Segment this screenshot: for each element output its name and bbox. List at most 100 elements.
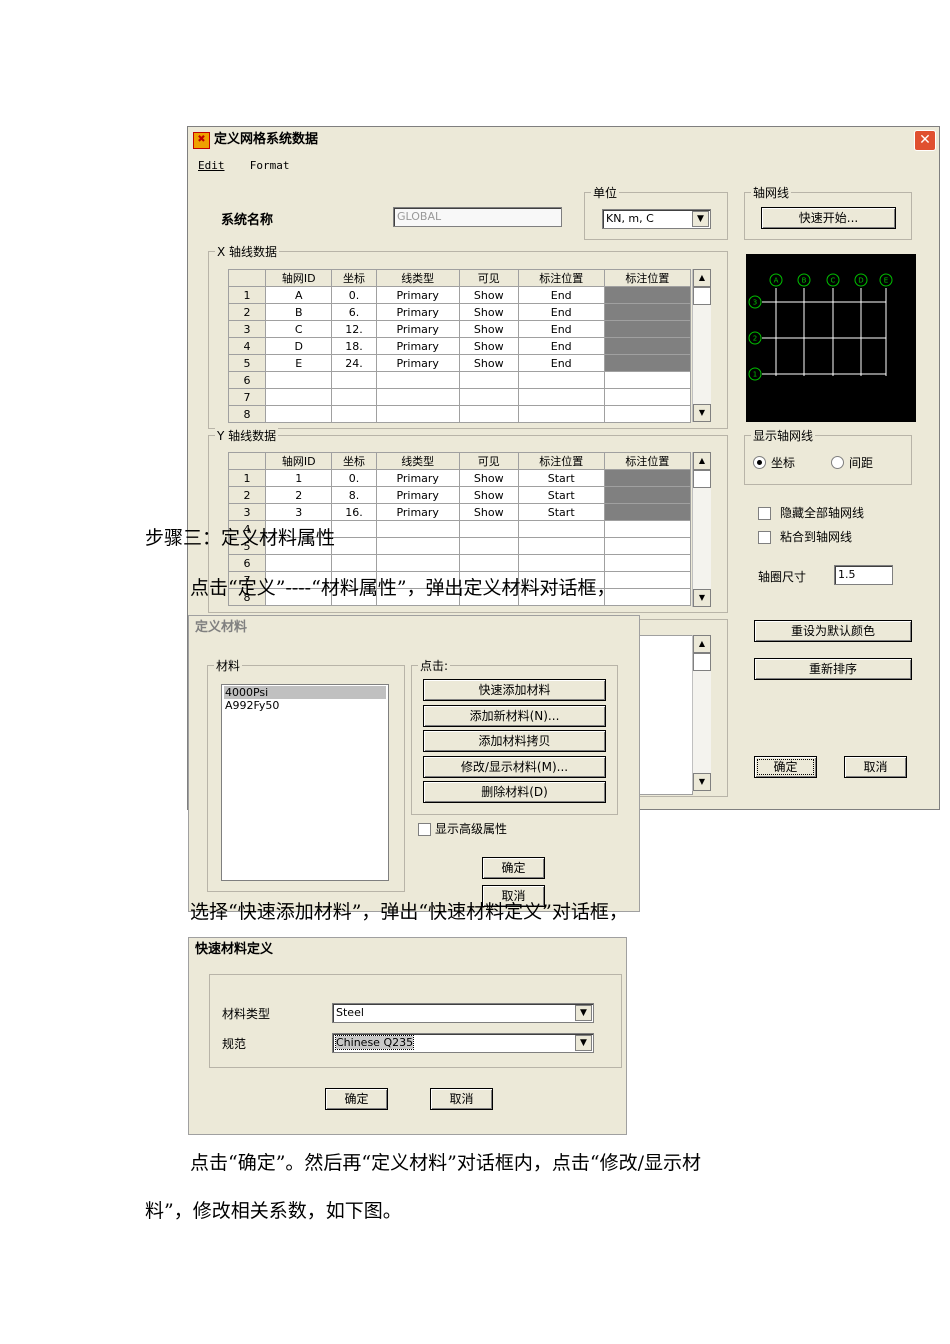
table-cell[interactable]: Show	[458, 320, 519, 338]
snap-checkbox[interactable]	[758, 531, 771, 544]
scroll-thumb[interactable]	[693, 287, 711, 305]
table-cell[interactable]	[517, 554, 605, 572]
table-cell[interactable]: End	[517, 320, 605, 338]
table-cell[interactable]	[603, 588, 692, 606]
table-row[interactable]: 7	[228, 388, 692, 406]
table-cell[interactable]	[331, 405, 377, 423]
table-row[interactable]: 4 D 18. Primary Show End	[228, 337, 692, 355]
column-header[interactable]: 轴网ID	[264, 452, 333, 470]
scroll-up-icon[interactable]: ▲	[693, 269, 711, 287]
copy-material-button[interactable]: 添加材料拷贝	[423, 730, 606, 752]
materials-list[interactable]: 4000Psi A992Fy50	[221, 684, 389, 881]
table-cell[interactable]	[458, 520, 519, 538]
scroll-thumb[interactable]	[693, 653, 711, 671]
table-cell[interactable]: Show	[458, 354, 519, 372]
material-item[interactable]: A992Fy50	[224, 699, 386, 712]
column-header[interactable]: 可见	[458, 269, 519, 287]
row-number-cell[interactable]: 1	[228, 286, 266, 304]
table-cell[interactable]	[331, 537, 377, 555]
hide-all-checkbox[interactable]	[758, 507, 771, 520]
table-cell[interactable]: A	[264, 286, 333, 304]
scroll-down-icon[interactable]: ▼	[693, 773, 711, 791]
table-cell[interactable]	[264, 371, 333, 389]
material-ok-button[interactable]: 确定	[482, 857, 545, 879]
column-header[interactable]: 可见	[458, 452, 519, 470]
close-icon[interactable]: ✕	[914, 130, 936, 151]
table-cell[interactable]: End	[517, 337, 605, 355]
quick-add-material-button[interactable]: 快速添加材料	[423, 679, 606, 701]
table-cell[interactable]: Primary	[375, 303, 460, 321]
code-select[interactable]: Chinese Q235 ▼	[332, 1033, 594, 1053]
table-row[interactable]: 1 1 0. Primary Show Start	[228, 469, 692, 487]
table-cell[interactable]	[331, 520, 377, 538]
row-number-cell[interactable]: 3	[228, 320, 266, 338]
row-number-cell[interactable]: 4	[228, 337, 266, 355]
row-number-cell[interactable]: 8	[228, 405, 266, 423]
x-axis-table[interactable]: 轴网ID 坐标 线类型 可见 标注位置 标注位置 1 A 0. Primary Show End 2 B 6…	[228, 269, 692, 423]
table-cell[interactable]: 2	[264, 486, 333, 504]
row-number-cell[interactable]: 5	[228, 354, 266, 372]
table-cell[interactable]: End	[517, 286, 605, 304]
table-cell[interactable]: 8.	[331, 486, 377, 504]
scroll-thumb[interactable]	[693, 470, 711, 488]
row-number-cell[interactable]: 2	[228, 486, 266, 504]
table-row[interactable]: 3 C 12. Primary Show End	[228, 320, 692, 338]
table-cell[interactable]	[264, 388, 333, 406]
table-cell[interactable]	[603, 388, 692, 406]
row-number-cell[interactable]: 6	[228, 554, 266, 572]
column-header[interactable]: 线类型	[375, 269, 460, 287]
table-row[interactable]: 1 A 0. Primary Show End	[228, 286, 692, 304]
column-header[interactable]: 标注位置	[517, 452, 605, 470]
table-cell[interactable]	[264, 405, 333, 423]
table-cell[interactable]	[603, 486, 692, 504]
table-row[interactable]: 6	[228, 371, 692, 389]
quick-start-button[interactable]: 快速开始...	[761, 207, 896, 229]
table-cell[interactable]: Primary	[375, 337, 460, 355]
material-type-select[interactable]: Steel ▼	[332, 1003, 594, 1023]
table-cell[interactable]: Primary	[375, 503, 460, 521]
reset-colors-button[interactable]: 重设为默认颜色	[754, 620, 912, 642]
menu-format[interactable]: Format	[250, 159, 290, 172]
table-cell[interactable]	[517, 405, 605, 423]
table-cell[interactable]: Primary	[375, 320, 460, 338]
table-cell[interactable]	[603, 554, 692, 572]
table-cell[interactable]: Show	[458, 469, 519, 487]
table-cell[interactable]: 0.	[331, 469, 377, 487]
table-cell[interactable]: 6.	[331, 303, 377, 321]
table-row[interactable]: 2 B 6. Primary Show End	[228, 303, 692, 321]
table-cell[interactable]	[375, 554, 460, 572]
column-header[interactable]: 线类型	[375, 452, 460, 470]
table-cell[interactable]	[331, 371, 377, 389]
table-cell[interactable]: 18.	[331, 337, 377, 355]
show-advanced-checkbox[interactable]	[418, 823, 431, 836]
scroll-down-icon[interactable]: ▼	[693, 589, 711, 607]
table-cell[interactable]: End	[517, 303, 605, 321]
table-cell[interactable]: D	[264, 337, 333, 355]
table-cell[interactable]	[603, 337, 692, 355]
row-number-cell[interactable]: 1	[228, 469, 266, 487]
scroll-up-icon[interactable]: ▲	[693, 452, 711, 470]
delete-material-button[interactable]: 删除材料(D)	[423, 781, 606, 803]
table-cell[interactable]	[603, 303, 692, 321]
material-item[interactable]: 4000Psi	[224, 686, 386, 699]
table-cell[interactable]: Show	[458, 503, 519, 521]
table-cell[interactable]: Show	[458, 303, 519, 321]
z-table-scrollbar[interactable]: ▲ ▼	[692, 635, 711, 791]
table-cell[interactable]	[603, 320, 692, 338]
table-cell[interactable]	[517, 520, 605, 538]
table-cell[interactable]: 24.	[331, 354, 377, 372]
table-cell[interactable]: 3	[264, 503, 333, 521]
table-cell[interactable]: Show	[458, 486, 519, 504]
x-table-scrollbar[interactable]: ▲ ▼	[692, 269, 711, 422]
table-cell[interactable]: Show	[458, 286, 519, 304]
row-number-cell[interactable]: 6	[228, 371, 266, 389]
table-cell[interactable]: Primary	[375, 469, 460, 487]
table-cell[interactable]: Primary	[375, 486, 460, 504]
cancel-button[interactable]: 取消	[844, 756, 907, 778]
table-cell[interactable]	[603, 503, 692, 521]
table-cell[interactable]: 1	[264, 469, 333, 487]
table-cell[interactable]	[603, 405, 692, 423]
table-cell[interactable]	[264, 554, 333, 572]
table-cell[interactable]: Show	[458, 337, 519, 355]
modify-material-button[interactable]: 修改/显示材料(M)...	[423, 756, 606, 778]
